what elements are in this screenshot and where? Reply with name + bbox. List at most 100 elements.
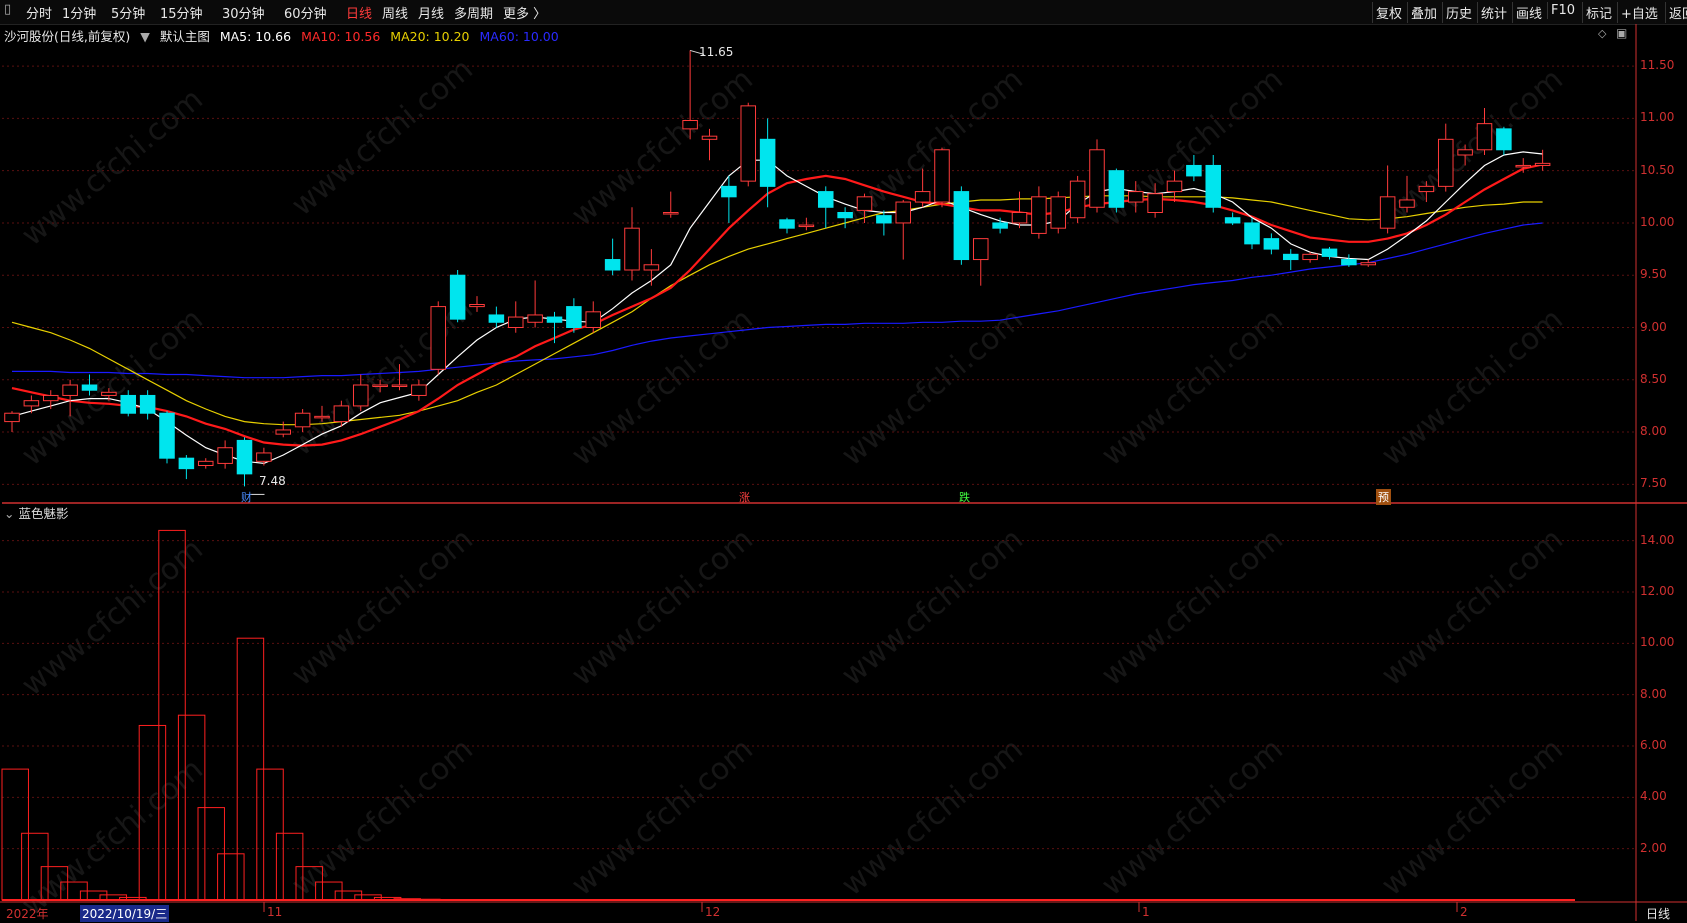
candle[interactable] (972, 238, 989, 286)
indicator-tick-label: 6.00 (1640, 738, 1667, 752)
candle-body (624, 227, 640, 271)
event-mark-0[interactable]: 财 (239, 489, 254, 505)
candle[interactable] (662, 191, 679, 218)
candle[interactable] (1399, 175, 1415, 213)
candle[interactable] (953, 186, 970, 265)
candle[interactable] (1457, 144, 1473, 166)
candle-body (217, 447, 233, 464)
candle[interactable] (585, 301, 602, 333)
candle[interactable] (294, 409, 311, 433)
candle-body (953, 191, 970, 261)
candle[interactable] (449, 270, 466, 323)
candle[interactable] (643, 249, 660, 286)
candle[interactable] (1418, 181, 1435, 203)
price-tick-label: 8.00 (1640, 424, 1667, 439)
candle-body (1496, 128, 1512, 151)
candle[interactable] (372, 379, 388, 393)
candle[interactable] (1437, 123, 1454, 192)
candle-body (701, 135, 718, 140)
candle[interactable] (42, 390, 59, 410)
candle[interactable] (1147, 183, 1163, 218)
candle[interactable] (779, 217, 795, 234)
candle-body (120, 394, 137, 414)
candle[interactable] (236, 437, 253, 487)
candle[interactable] (391, 364, 408, 391)
candle-body (236, 439, 253, 475)
candle[interactable] (178, 455, 195, 480)
candle[interactable] (682, 50, 698, 140)
candle[interactable] (1321, 247, 1338, 260)
candle[interactable] (1031, 186, 1047, 239)
candle[interactable] (914, 168, 931, 208)
date-tick-label: 2 (1460, 905, 1468, 919)
candle[interactable] (411, 379, 427, 401)
candle[interactable] (1108, 168, 1125, 213)
candle-body (1379, 196, 1396, 229)
candle[interactable] (624, 207, 640, 281)
candle[interactable] (217, 440, 233, 469)
candle-body (469, 304, 485, 308)
candle-body (430, 306, 447, 370)
candle[interactable] (1244, 217, 1260, 250)
candle[interactable] (527, 280, 543, 328)
candle-body (449, 274, 466, 320)
candle[interactable] (352, 374, 369, 412)
candle[interactable] (934, 147, 950, 208)
candle[interactable] (1263, 233, 1280, 255)
price-tick-label: 10.00 (1640, 214, 1675, 229)
candle[interactable] (1127, 181, 1144, 213)
candle[interactable] (566, 298, 582, 333)
candle[interactable] (1496, 126, 1512, 155)
high-price-label: 11.65 (699, 45, 734, 59)
candle[interactable] (81, 374, 98, 396)
event-mark-3[interactable]: 预 (1376, 489, 1391, 505)
candle[interactable] (701, 128, 718, 161)
status-period[interactable]: 日线 (1646, 905, 1670, 922)
candle[interactable] (1379, 165, 1396, 234)
candle[interactable] (469, 296, 485, 312)
candle[interactable] (159, 411, 175, 464)
candle-body (275, 429, 292, 435)
candle[interactable] (120, 390, 137, 417)
candle[interactable] (1360, 259, 1377, 267)
candle[interactable] (62, 379, 78, 417)
candle[interactable] (604, 238, 621, 276)
candle-body (4, 412, 20, 423)
candle[interactable] (1476, 107, 1493, 155)
candle[interactable] (139, 390, 156, 420)
candle[interactable] (4, 411, 20, 433)
candle[interactable] (314, 405, 330, 422)
candle[interactable] (430, 301, 447, 375)
candle[interactable] (1224, 212, 1241, 226)
candle[interactable] (817, 186, 834, 229)
candle[interactable] (798, 217, 815, 231)
crosshair-date-label: 2022/10/19/三 (80, 905, 170, 922)
candle-body (1031, 196, 1047, 234)
candle[interactable] (837, 207, 853, 229)
candle[interactable] (1282, 249, 1299, 270)
event-mark-1[interactable]: 涨 (737, 489, 752, 505)
candle-body (507, 316, 524, 328)
candle[interactable] (1341, 254, 1357, 267)
candle[interactable] (740, 102, 757, 187)
candle[interactable] (992, 217, 1008, 234)
kline-chart[interactable] (0, 0, 1687, 921)
candle[interactable] (1089, 139, 1105, 213)
indicator-bar (40, 866, 69, 901)
candle[interactable] (1050, 191, 1067, 234)
candle[interactable] (23, 395, 40, 414)
event-mark-2[interactable]: 跌 (957, 489, 972, 505)
candle[interactable] (197, 458, 214, 469)
candle[interactable] (1186, 155, 1202, 182)
candle[interactable] (895, 199, 912, 260)
date-tick-label: 11 (267, 905, 283, 919)
candle[interactable] (546, 311, 563, 344)
candle[interactable] (1205, 155, 1222, 213)
candle[interactable] (1069, 175, 1086, 223)
candle[interactable] (1011, 191, 1028, 229)
candle-body (585, 311, 602, 328)
date-tick-label: 1 (1142, 905, 1150, 919)
candle[interactable] (488, 306, 505, 328)
candle[interactable] (507, 301, 524, 333)
candle[interactable] (759, 118, 776, 208)
